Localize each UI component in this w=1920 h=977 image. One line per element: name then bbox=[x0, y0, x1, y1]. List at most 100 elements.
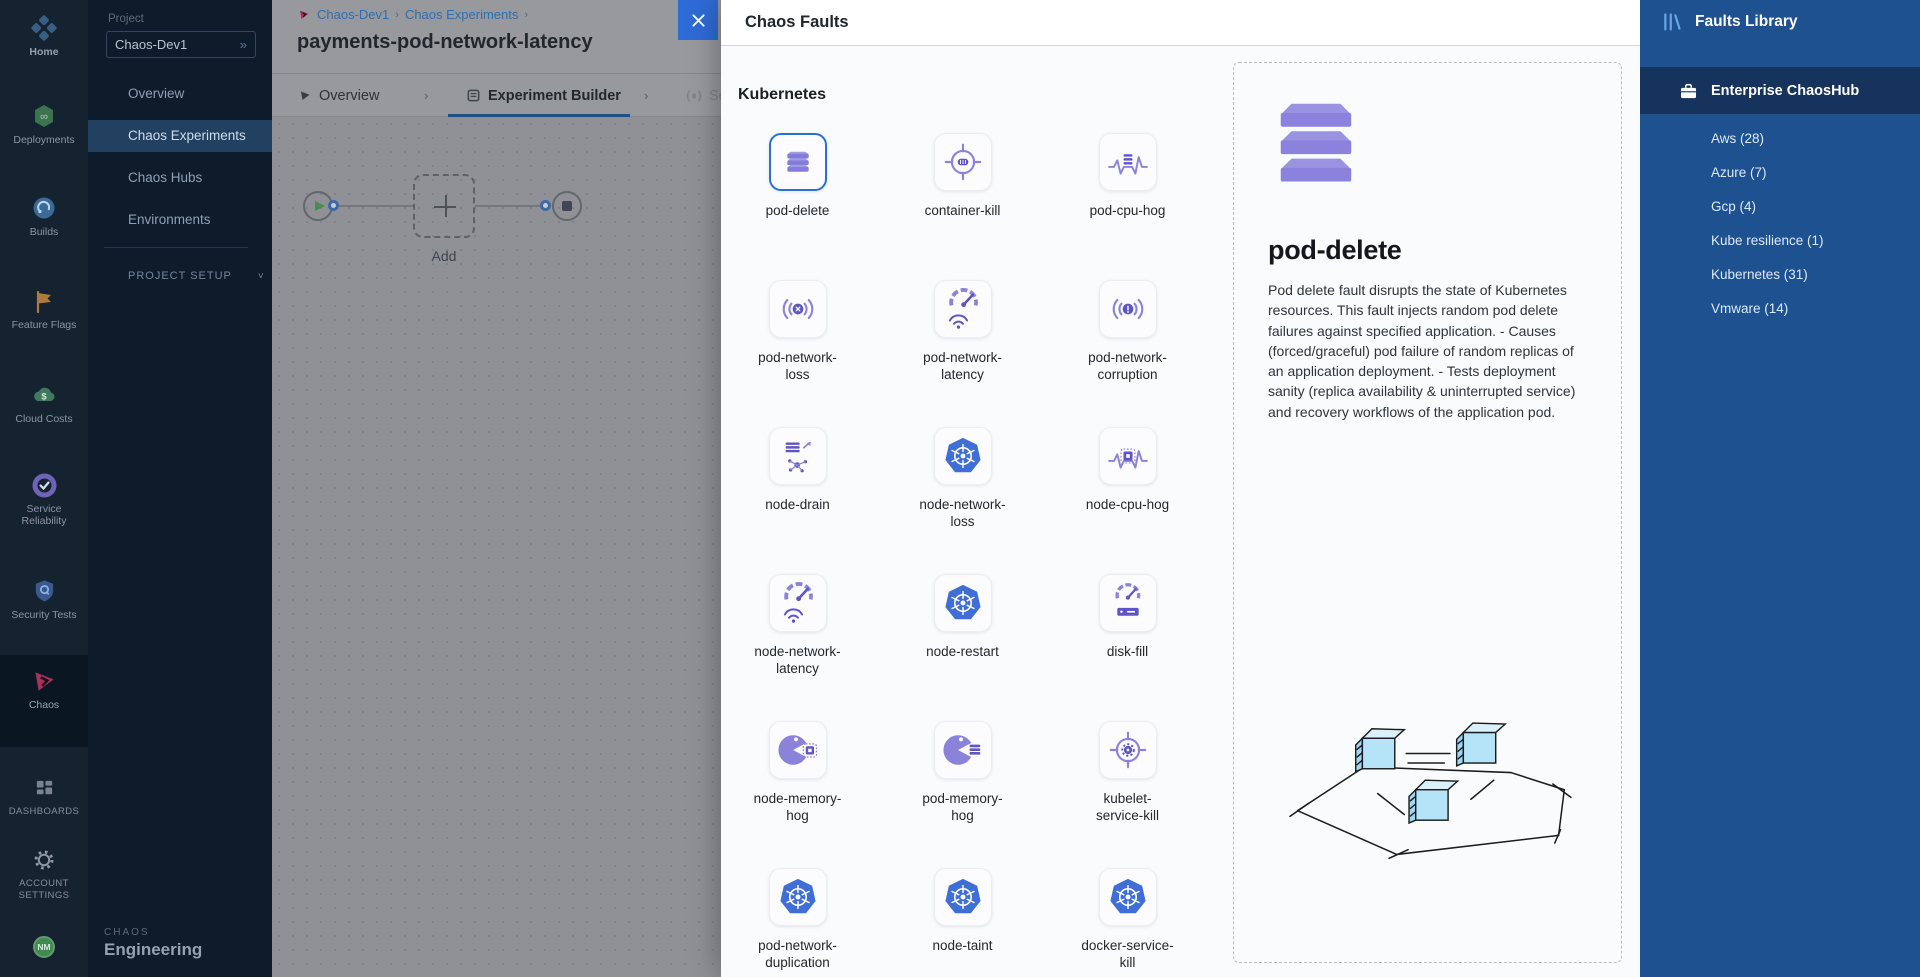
sidebar-item-environments[interactable]: Environments bbox=[88, 204, 272, 236]
service-reliability-icon bbox=[0, 471, 88, 499]
signal-cross-icon bbox=[769, 280, 827, 338]
fault-card-container-kill[interactable]: container-kill bbox=[880, 133, 1045, 280]
play-icon bbox=[315, 201, 325, 211]
edge-add-to-end bbox=[475, 205, 546, 207]
ecg-chip-icon bbox=[1099, 427, 1157, 485]
fault-label: pod-network-duplication bbox=[751, 937, 845, 971]
chaos-logo-icon bbox=[297, 8, 311, 21]
nav-item-home[interactable]: Home bbox=[0, 14, 88, 58]
faults-library-title: Faults Library bbox=[1695, 13, 1798, 31]
sidebar-item-chaos-hubs[interactable]: Chaos Hubs bbox=[88, 162, 272, 194]
svg-text:∞: ∞ bbox=[40, 111, 48, 123]
project-setup-toggle[interactable]: PROJECT SETUP˅ bbox=[128, 270, 265, 282]
builder-tab-icon bbox=[466, 88, 481, 103]
modal-header: Chaos Faults bbox=[721, 0, 1640, 46]
nav-item-chaos[interactable]: Chaos bbox=[0, 667, 88, 711]
pod-delete-large-icon bbox=[1268, 99, 1362, 183]
project-selector[interactable]: Chaos-Dev1 » bbox=[106, 31, 256, 58]
fault-card-node-network-latency[interactable]: node-network-latency bbox=[715, 574, 880, 721]
add-step-button[interactable] bbox=[413, 174, 475, 238]
fault-card-pod-memory-hog[interactable]: pod-memory-hog bbox=[880, 721, 1045, 868]
fault-card-node-restart[interactable]: node-restart bbox=[880, 574, 1045, 721]
fault-card-disk-fill[interactable]: disk-fill bbox=[1045, 574, 1210, 721]
signal-alert-icon bbox=[1099, 280, 1157, 338]
close-button[interactable] bbox=[678, 0, 718, 40]
fault-card-node-cpu-hog[interactable]: node-cpu-hog bbox=[1045, 427, 1210, 574]
nav-item-dashboards[interactable]: DASHBOARDS bbox=[0, 774, 88, 818]
nav-label: Security Tests bbox=[0, 609, 88, 621]
fault-label: node-network-latency bbox=[751, 643, 845, 677]
fault-card-pod-network-latency[interactable]: pod-network-latency bbox=[880, 280, 1045, 427]
breadcrumb-separator: › bbox=[395, 9, 399, 21]
category-vmware[interactable]: Vmware (14) bbox=[1640, 292, 1920, 326]
avatar[interactable]: NM bbox=[33, 936, 55, 958]
end-node[interactable] bbox=[552, 191, 582, 221]
fault-card-pod-network-corruption[interactable]: pod-network-corruption bbox=[1045, 280, 1210, 427]
start-node-port[interactable] bbox=[328, 200, 339, 211]
fault-card-kubelet-service-kill[interactable]: kubelet-service-kill bbox=[1045, 721, 1210, 868]
ecg-bars-icon bbox=[1099, 133, 1157, 191]
fault-card-docker-service-kill[interactable]: docker-service-kill bbox=[1045, 868, 1210, 977]
faults-library-header: Faults Library bbox=[1662, 11, 1798, 33]
nav-item-security-tests[interactable]: Security Tests bbox=[0, 577, 88, 621]
stop-icon bbox=[562, 201, 572, 211]
fault-detail-title: pod-delete bbox=[1268, 235, 1591, 266]
sidebar-item-overview[interactable]: Overview bbox=[88, 78, 272, 110]
fault-card-node-drain[interactable]: node-drain bbox=[715, 427, 880, 574]
fault-card-pod-delete[interactable]: pod-delete bbox=[715, 133, 880, 280]
category-kubernetes[interactable]: Kubernetes (31) bbox=[1640, 258, 1920, 292]
fault-card-pod-cpu-hog[interactable]: pod-cpu-hog bbox=[1045, 133, 1210, 280]
deployments-icon: ∞ bbox=[0, 102, 88, 130]
nav-label: Service Reliability bbox=[11, 503, 77, 527]
fault-label: node-memory-hog bbox=[751, 790, 845, 824]
edge-start-to-add bbox=[337, 205, 413, 207]
nav-item-feature-flags[interactable]: Feature Flags bbox=[0, 287, 88, 331]
dashboards-icon bbox=[0, 774, 88, 802]
fault-label: pod-network-latency bbox=[916, 349, 1010, 383]
fault-label: node-network-loss bbox=[916, 496, 1010, 530]
fault-card-node-taint[interactable]: node-taint bbox=[880, 868, 1045, 977]
breadcrumb-separator: › bbox=[524, 9, 528, 21]
gear-icon bbox=[0, 846, 88, 874]
fault-detail-description: Pod delete fault disrupts the state of K… bbox=[1268, 280, 1591, 422]
security-tests-icon bbox=[0, 577, 88, 605]
nav-item-deployments[interactable]: ∞ Deployments bbox=[0, 102, 88, 146]
end-node-port[interactable] bbox=[540, 200, 551, 211]
feature-flags-icon bbox=[0, 287, 88, 315]
close-icon bbox=[691, 13, 706, 28]
fault-label: container-kill bbox=[916, 202, 1010, 219]
tab-experiment-builder[interactable]: Experiment Builder bbox=[466, 74, 621, 117]
pods-sketch-illustration bbox=[1280, 704, 1580, 904]
breadcrumb-section[interactable]: Chaos Experiments bbox=[405, 7, 518, 22]
tab-label: Experiment Builder bbox=[488, 88, 621, 104]
breadcrumb-project[interactable]: Chaos-Dev1 bbox=[317, 7, 389, 22]
fault-label: pod-memory-hog bbox=[916, 790, 1010, 824]
fault-label: node-drain bbox=[751, 496, 845, 513]
nav-label: Home bbox=[0, 46, 88, 58]
nav-item-service-reliability[interactable]: Service Reliability bbox=[0, 471, 88, 527]
double-chevron-right-icon[interactable]: » bbox=[240, 37, 247, 52]
category-kube-resilience[interactable]: Kube resilience (1) bbox=[1640, 224, 1920, 258]
fault-card-pod-network-duplication[interactable]: pod-network-duplication bbox=[715, 868, 880, 977]
nav-item-cloud-costs[interactable]: $ Cloud Costs bbox=[0, 381, 88, 425]
category-azure[interactable]: Azure (7) bbox=[1640, 156, 1920, 190]
category-gcp[interactable]: Gcp (4) bbox=[1640, 190, 1920, 224]
gauge-wifi-icon bbox=[769, 574, 827, 632]
section-heading: Kubernetes bbox=[738, 86, 826, 104]
home-icon bbox=[0, 14, 88, 42]
faults-grid: pod-delete container-kill pod-cpu-hog bbox=[715, 133, 1211, 977]
nav-label: ACCOUNT SETTINGS bbox=[13, 878, 75, 902]
fault-card-node-network-loss[interactable]: node-network-loss bbox=[880, 427, 1045, 574]
nav-label: DASHBOARDS bbox=[0, 806, 88, 818]
nav-item-builds[interactable]: Builds bbox=[0, 194, 88, 238]
sidebar-item-chaos-experiments[interactable]: Chaos Experiments bbox=[88, 120, 272, 152]
tab-overview[interactable]: Overview bbox=[298, 74, 379, 117]
fault-card-pod-network-loss[interactable]: pod-network-loss bbox=[715, 280, 880, 427]
fault-card-node-memory-hog[interactable]: node-memory-hog bbox=[715, 721, 880, 868]
fault-label: node-restart bbox=[916, 643, 1010, 660]
hub-enterprise-chaoshub[interactable]: Enterprise ChaosHub bbox=[1640, 67, 1920, 114]
nav-item-account-settings[interactable]: ACCOUNT SETTINGS bbox=[0, 846, 88, 902]
category-aws[interactable]: Aws (28) bbox=[1640, 122, 1920, 156]
gauge-wifi-icon bbox=[934, 280, 992, 338]
nav-label: Builds bbox=[0, 226, 88, 238]
